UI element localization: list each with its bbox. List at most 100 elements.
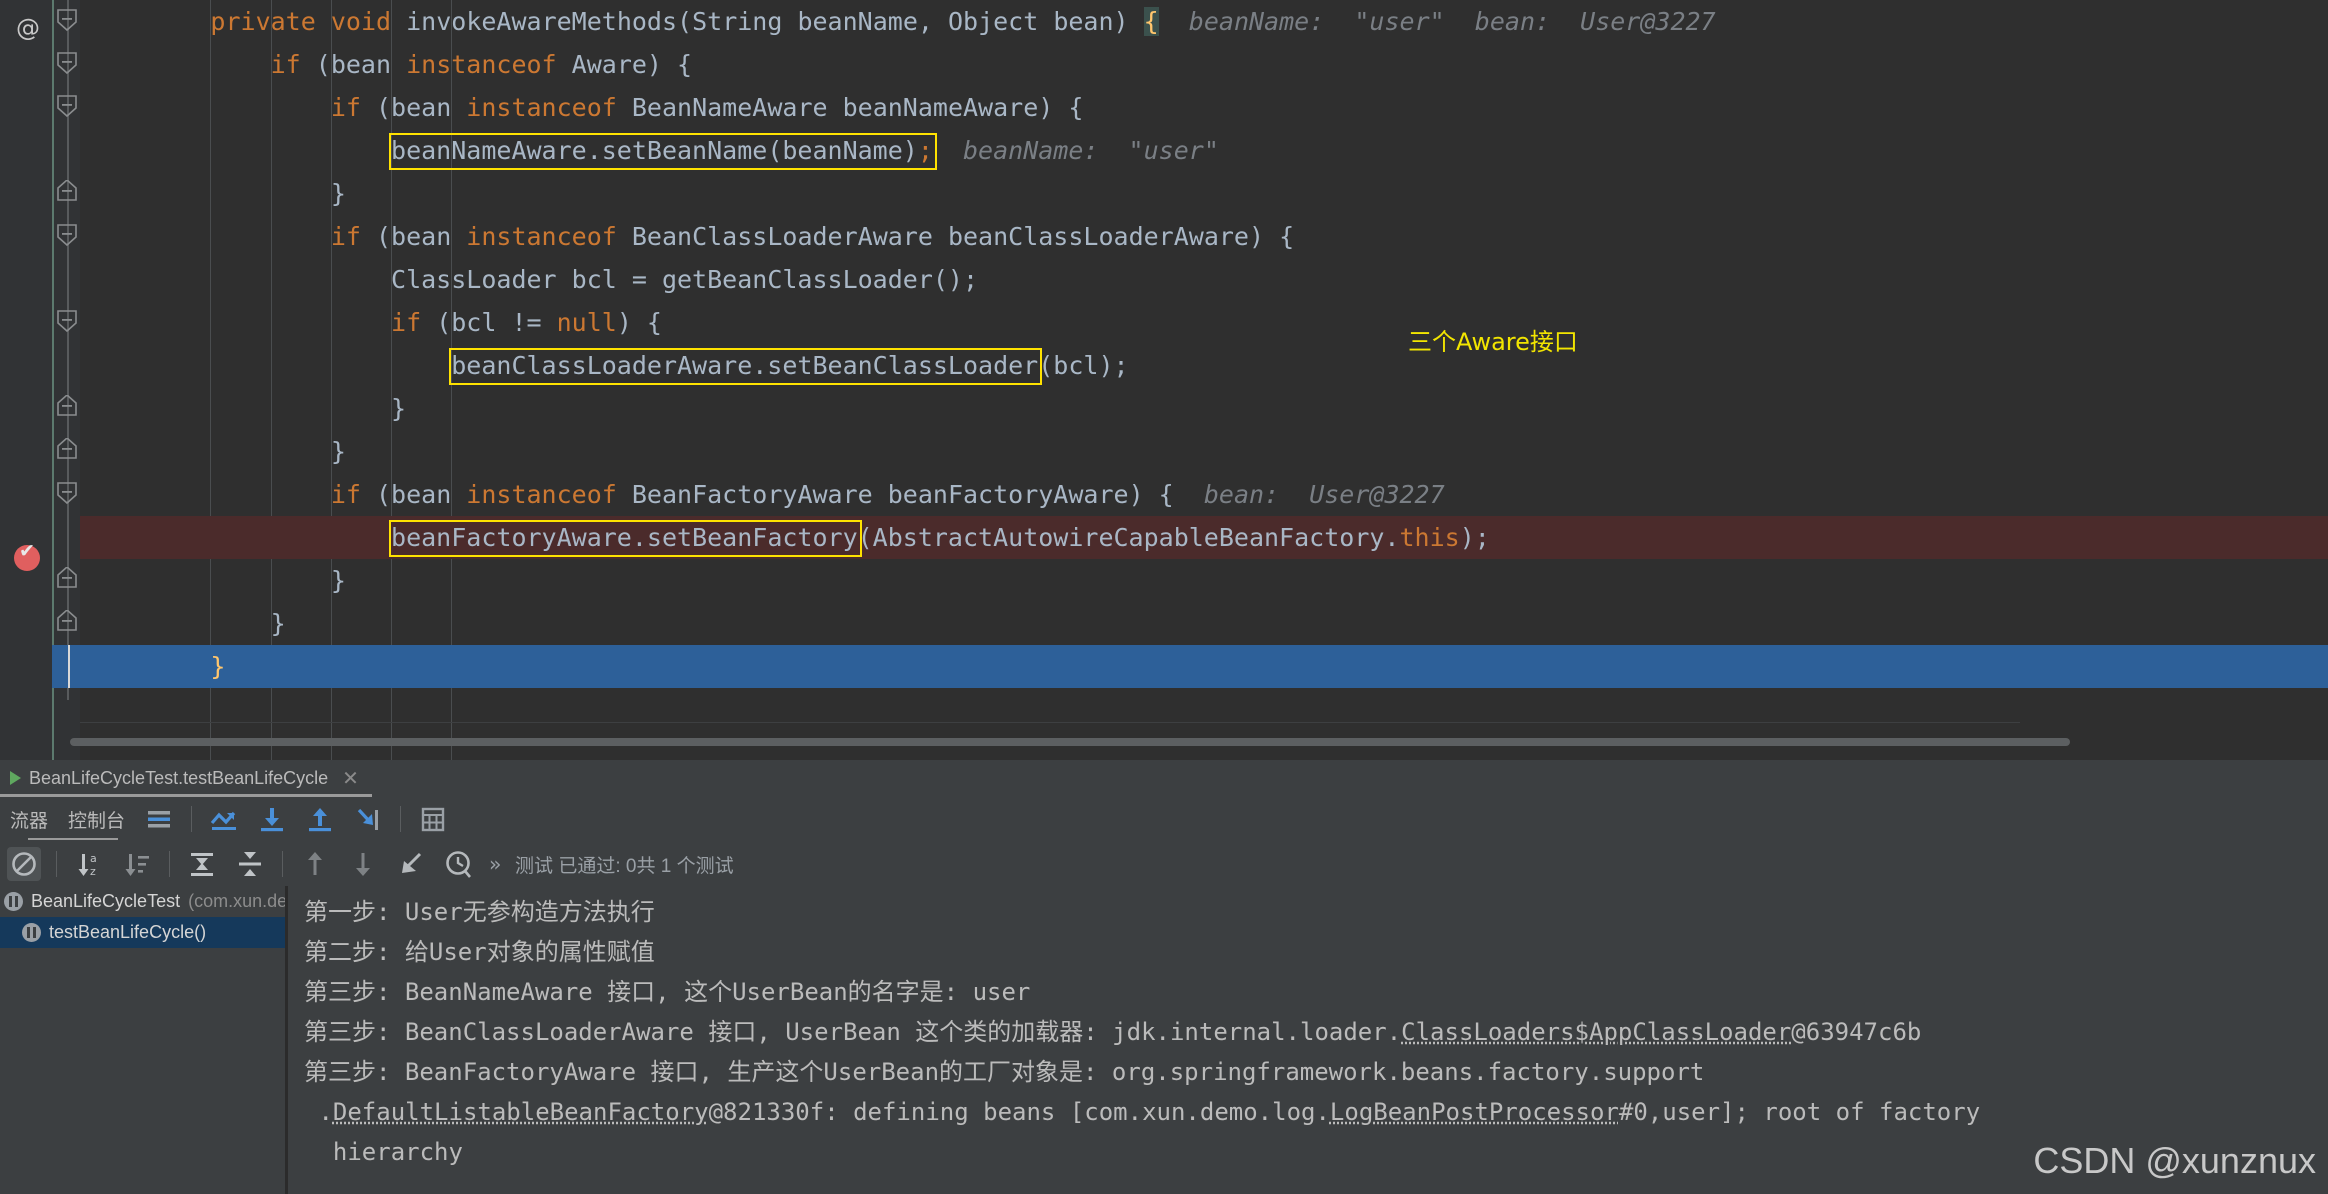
code-line[interactable]: } [80, 602, 2328, 645]
code-line[interactable]: } [80, 645, 2328, 688]
editor-bottom-rule [80, 722, 2020, 723]
toolbar-separator [191, 806, 193, 832]
console-line: 第二步: 给User对象的属性赋值 [304, 932, 2328, 972]
rerun-failed-tests-icon[interactable] [207, 802, 241, 836]
print-icon[interactable] [416, 802, 450, 836]
fold-end-icon[interactable] [56, 610, 80, 632]
toolbar-separator [169, 851, 170, 877]
console-line: 第三步: BeanFactoryAware 接口, 生产这个UserBean的工… [304, 1052, 2328, 1092]
console-link[interactable]: DefaultListableBeanFactory [333, 1098, 709, 1126]
code-token: } [210, 652, 226, 681]
test-results-tree[interactable]: BeanLifeCycleTest (com.xun.demo) testBean… [0, 886, 318, 1194]
checkmark-icon: ✔ [19, 540, 35, 562]
run-tab-strip[interactable]: BeanLifeCycleTest.testBeanLifeCycle ✕ [0, 760, 2328, 797]
code-line[interactable]: if (bean instanceof BeanNameAware beanNa… [80, 86, 2328, 129]
collapse-all-icon[interactable] [233, 847, 267, 881]
code-line[interactable]: beanNameAware.setBeanName(beanName); bea… [80, 129, 2328, 172]
console-toolbar[interactable]: 流器 控制台 [0, 798, 2328, 840]
inline-parameter-hint: beanName: "user" [1158, 7, 1445, 36]
tab-console[interactable]: 控制台 [58, 806, 135, 833]
code-token: BeanFactoryAware beanFactoryAware) { [631, 480, 1174, 509]
code-text[interactable]: private void invokeAwareMethods(String b… [80, 0, 2328, 760]
import-tests-icon[interactable] [394, 847, 428, 881]
code-line[interactable]: } [80, 430, 2328, 473]
fold-end-icon[interactable] [56, 567, 80, 589]
console-output[interactable]: 第一步: User无参构造方法执行 第二步: 给User对象的属性赋值 第三步: B… [288, 878, 2328, 1194]
text-caret [68, 645, 70, 688]
run-tool-window: BeanLifeCycleTest.testBeanLifeCycle ✕ 流器… [0, 760, 2328, 1194]
code-token: (bean [375, 480, 467, 509]
code-token: instanceof [406, 50, 572, 79]
code-token: ); [1459, 523, 1490, 552]
code-token: beanNameAware.setBeanName(beanName) [391, 136, 918, 165]
code-token: (bcl != [436, 308, 557, 337]
fold-end-icon[interactable] [56, 395, 80, 417]
next-failed-icon[interactable] [346, 847, 380, 881]
fold-end-icon[interactable] [56, 180, 80, 202]
code-editor[interactable]: @ ✔ private void invokeAwareMethods(Stri… [0, 0, 2328, 760]
at-sign-icon: @ [16, 14, 40, 42]
console-line: 第三步: BeanClassLoaderAware 接口, UserBean 这… [304, 1012, 2328, 1052]
fold-expanded-icon[interactable] [56, 8, 80, 32]
code-line[interactable]: } [80, 559, 2328, 602]
console-text: 第三步: BeanNameAware 接口, 这个UserBean的名字是: u… [304, 978, 1031, 1006]
console-text: @821330f: defining beans [com.xun.demo.l… [708, 1098, 1330, 1126]
code-token: null [556, 308, 617, 337]
close-icon[interactable]: ✕ [342, 766, 359, 791]
console-text: . [304, 1098, 333, 1126]
jump-to-end-icon[interactable] [351, 802, 385, 836]
editor-horizontal-scrollbar[interactable] [70, 735, 2328, 747]
toolbar-separator [400, 806, 402, 832]
chevron-double-right-icon[interactable]: » [489, 852, 501, 876]
console-link[interactable]: LogBeanPostProcessor [1330, 1098, 1619, 1126]
console-line: .DefaultListableBeanFactory@821330f: def… [304, 1092, 2328, 1132]
inline-parameter-hint: bean: User@3227 [1173, 480, 1445, 509]
code-line[interactable]: private void invokeAwareMethods(String b… [80, 0, 2328, 43]
ide-screen: @ ✔ private void invokeAwareMethods(Stri… [0, 0, 2328, 1194]
code-line[interactable]: } [80, 387, 2328, 430]
code-token: BeanNameAware beanNameAware) { [631, 93, 1084, 122]
fold-expanded-icon[interactable] [56, 309, 80, 333]
test-tree-item-label: BeanLifeCycleTest [31, 891, 181, 911]
code-token: } [391, 394, 407, 423]
code-token: invokeAwareMethods [406, 7, 678, 36]
scroll-up-icon[interactable] [303, 802, 337, 836]
code-token: void [330, 7, 407, 36]
code-token: if [330, 222, 376, 251]
sort-by-duration-icon[interactable] [120, 847, 154, 881]
hide-passed-icon[interactable] [7, 847, 41, 881]
run-tab-underline [0, 794, 372, 797]
code-line[interactable]: beanFactoryAware.setBeanFactory(Abstract… [80, 516, 2328, 559]
prev-failed-icon[interactable] [298, 847, 332, 881]
code-line[interactable]: if (bean instanceof BeanFactoryAware bea… [80, 473, 2328, 516]
code-line[interactable]: if (bean instanceof BeanClassLoaderAware… [80, 215, 2328, 258]
watermark: CSDN @xunznux [2033, 1140, 2316, 1181]
test-tree-item[interactable]: BeanLifeCycleTest (com.xun.demo) [0, 886, 318, 917]
run-tab-beanlifecycletest[interactable]: BeanLifeCycleTest.testBeanLifeCycle ✕ [0, 760, 369, 796]
fold-expanded-icon[interactable] [56, 481, 80, 505]
code-line[interactable]: ClassLoader bcl = getBeanClassLoader(); [80, 258, 2328, 301]
scroll-down-icon[interactable] [255, 802, 289, 836]
code-line[interactable]: if (bcl != null) { [80, 301, 2328, 344]
code-token: Aware) { [571, 50, 693, 79]
fold-expanded-icon[interactable] [56, 51, 80, 75]
console-text: 第三步: BeanClassLoaderAware 接口, UserBean 这… [304, 1018, 1402, 1046]
code-token: (bean [375, 93, 467, 122]
test-history-icon[interactable] [442, 847, 476, 881]
expand-all-icon[interactable] [185, 847, 219, 881]
breakpoint-verified-icon[interactable]: ✔ [14, 540, 40, 571]
fold-expanded-icon[interactable] [56, 223, 80, 247]
code-line[interactable]: } [80, 172, 2328, 215]
test-tree-item[interactable]: testBeanLifeCycle() [0, 917, 285, 948]
wrap-text-icon[interactable] [142, 802, 176, 836]
fold-end-icon[interactable] [56, 438, 80, 460]
code-token: (bcl); [1038, 351, 1129, 380]
scrollbar-thumb[interactable] [70, 738, 2070, 746]
code-line[interactable]: beanClassLoaderAware.setBeanClassLoader(… [80, 344, 2328, 387]
fold-expanded-icon[interactable] [56, 94, 80, 118]
code-token: this [1399, 523, 1460, 552]
code-line[interactable]: if (bean instanceof Aware) { [80, 43, 2328, 86]
sort-alphabetically-icon[interactable]: a z [72, 847, 106, 881]
console-link[interactable]: ClassLoaders$AppClassLoader [1401, 1018, 1791, 1046]
code-token: if [330, 480, 376, 509]
